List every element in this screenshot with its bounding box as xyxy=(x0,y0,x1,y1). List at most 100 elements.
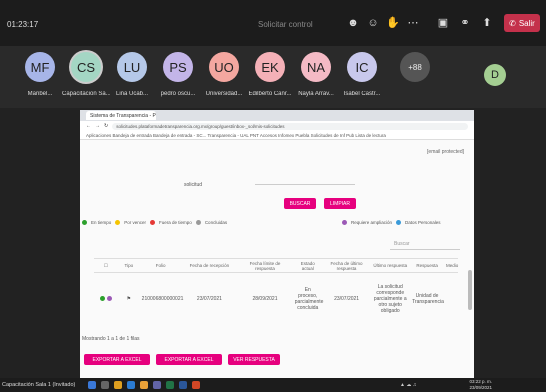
people-icon[interactable]: ☻ xyxy=(346,16,360,30)
camera-off-icon[interactable]: ▣ xyxy=(436,16,450,30)
clock-date: 23/09/2021 xyxy=(469,385,492,390)
browser-tab-bar: Sistema de Transparencia - PNT xyxy=(80,110,474,121)
reload-icon[interactable]: ↻ xyxy=(104,123,108,129)
participant-tile[interactable]: UO Universidad... xyxy=(200,52,248,97)
clear-button[interactable]: LIMPIAR xyxy=(324,198,356,209)
avatar: PS xyxy=(163,52,193,82)
bookmarks-bar[interactable]: Aplicaciones Bandeja de entrada Bandeja … xyxy=(80,131,474,140)
share-icon[interactable]: ⬆ xyxy=(480,16,494,30)
type-icon: ⚑ xyxy=(126,296,131,302)
column-header[interactable]: Fecha de último respuesta xyxy=(323,261,371,271)
mic-off-icon[interactable]: ⚭ xyxy=(458,16,472,30)
shared-screen: Sistema de Transparencia - PNT ← → ↻ sol… xyxy=(80,110,474,378)
forward-icon[interactable]: → xyxy=(95,123,100,129)
start-icon[interactable] xyxy=(88,381,96,389)
back-icon[interactable]: ← xyxy=(86,123,91,129)
status-legend: En tiempo Por vencer Fuera de tiempo Con… xyxy=(82,220,227,225)
legend-label: En tiempo xyxy=(91,220,112,225)
avatar: UO xyxy=(209,52,239,82)
export-excel-button[interactable]: EXPORTAR A EXCEL xyxy=(84,354,150,365)
participant-tile[interactable]: IC Isabel Castr... xyxy=(338,52,386,97)
vertical-scrollbar[interactable] xyxy=(468,270,472,310)
participant-tile[interactable]: LU Lina Ucab... xyxy=(108,52,156,97)
column-header[interactable]: Folio xyxy=(140,263,182,268)
legend-label: Requiere ampliación xyxy=(351,220,393,225)
legend-label: Concluidas xyxy=(204,220,228,225)
powerpoint-icon[interactable] xyxy=(192,381,200,389)
participant-name: Maribel... xyxy=(27,91,53,97)
solicitud-input[interactable] xyxy=(255,175,355,185)
participant-name: pedro oscu... xyxy=(160,91,196,97)
participant-tile[interactable]: EK Edilberto Canr... xyxy=(246,52,294,97)
participant-name: Lina Ucab... xyxy=(115,91,149,97)
legend-label: Fuera de tiempo xyxy=(159,220,192,225)
status-dot-icon xyxy=(195,220,201,225)
participant-name: Isabel Castr... xyxy=(343,91,381,97)
legend-label: Por vencer xyxy=(124,220,147,225)
column-header[interactable]: Tipo xyxy=(118,263,140,268)
browser-tab[interactable]: Sistema de Transparencia - PNT xyxy=(86,111,156,120)
participants-strip: MF Maribel... CS Capacitacion Sa... LU L… xyxy=(0,46,546,108)
avatar: MF xyxy=(25,52,55,82)
teams-icon[interactable] xyxy=(153,381,161,389)
page-content: [email protected] solicitud BUSCAR LIMPI… xyxy=(80,140,474,378)
status-dot-icon xyxy=(115,220,121,225)
taskbar-apps xyxy=(88,381,200,389)
chrome-icon[interactable] xyxy=(140,381,148,389)
presenter-label: Capacitación Sala 1 (Invitado) xyxy=(2,382,76,388)
raise-hand-icon[interactable]: ✋ xyxy=(386,16,400,30)
cell-ultima-respuesta: La solicitud corresponde parcialmente a … xyxy=(373,284,407,314)
cell-respuesta: Unidad de Transparencia xyxy=(412,293,444,305)
more-icon[interactable]: ⋯ xyxy=(406,16,420,30)
participant-tile[interactable]: PS pedro oscu... xyxy=(154,52,202,97)
export-pdf-button[interactable]: EXPORTAR A EXCEL xyxy=(156,354,222,365)
pagination-info: Mostrando 1 a 1 de 1 filas xyxy=(82,336,140,342)
status-dot-icon xyxy=(150,220,156,225)
column-checkbox[interactable]: ☐ xyxy=(94,263,118,269)
meeting-timer: 01:23:17 xyxy=(7,20,39,29)
column-header[interactable]: Estado actual xyxy=(293,261,323,271)
column-header[interactable]: Fecha límite de respuesta xyxy=(237,261,293,271)
search-icon[interactable] xyxy=(101,381,109,389)
status-dot-icon xyxy=(82,220,87,225)
type-legend: Requiere ampliación Datos Personales xyxy=(342,220,441,225)
more-participants-button[interactable]: +88 xyxy=(400,52,430,82)
taskbar-clock[interactable]: 03:22 p. m. 23/09/2021 xyxy=(469,379,492,391)
column-header[interactable]: Último respuesta xyxy=(370,263,410,268)
system-tray-icon[interactable]: ▲ ☁ ♫ xyxy=(400,382,416,388)
avatar: LU xyxy=(117,52,147,82)
edge-icon[interactable] xyxy=(127,381,135,389)
column-header[interactable]: Respuesta xyxy=(410,263,444,268)
phone-icon: ✆ xyxy=(509,18,516,28)
avatar: IC xyxy=(347,52,377,82)
table-row[interactable]: ⚑ 210006800000021 23/07/2021 28/09/2021 … xyxy=(94,273,458,325)
excel-icon[interactable] xyxy=(166,381,174,389)
request-control-button[interactable]: Solicitar control xyxy=(258,20,313,29)
participant-tile[interactable]: NA Nayla Arrav... xyxy=(292,52,340,97)
address-bar: ← → ↻ solicitudes.plataformadetransparen… xyxy=(80,121,474,131)
cell-estado: En proceso, parcialmente concluida xyxy=(294,287,324,311)
solicitud-label: solicitud xyxy=(184,182,203,188)
word-icon[interactable] xyxy=(179,381,187,389)
participant-tile[interactable]: CS Capacitacion Sa... xyxy=(62,52,110,97)
folder-icon[interactable] xyxy=(114,381,122,389)
cell-fecha-limite: 28/09/2021 xyxy=(252,296,278,302)
leave-button[interactable]: ✆ Salir xyxy=(504,14,540,32)
participant-tile[interactable]: MF Maribel... xyxy=(16,52,64,97)
status-dot-icon xyxy=(396,220,402,225)
reactions-icon[interactable]: ☺ xyxy=(366,16,380,30)
leave-label: Salir xyxy=(518,18,535,28)
participant-name: Nayla Arrav... xyxy=(298,91,334,97)
column-header[interactable]: Medio xyxy=(444,263,458,268)
requests-table: ☐ Tipo Folio Fecha de recepción Fecha lí… xyxy=(94,258,458,325)
table-search-input[interactable]: Buscar xyxy=(390,236,460,250)
cell-fecha-recepcion: 23/07/2021 xyxy=(196,296,222,302)
url-field[interactable]: solicitudes.plataformadetransparencia.or… xyxy=(112,122,468,130)
row-status-icons xyxy=(94,295,118,303)
status-dot-icon xyxy=(342,220,347,225)
participant-name: Capacitacion Sa... xyxy=(62,91,110,97)
search-button[interactable]: BUSCAR xyxy=(284,198,316,209)
avatar: D xyxy=(484,64,506,86)
column-header[interactable]: Fecha de recepción xyxy=(182,263,238,268)
view-response-button[interactable]: VER RESPUESTA xyxy=(228,354,280,365)
